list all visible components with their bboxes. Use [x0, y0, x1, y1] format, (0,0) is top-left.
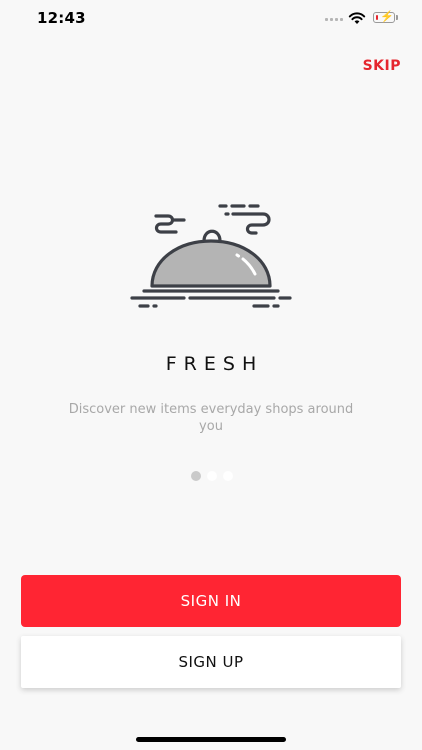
sign-in-button[interactable]: SIGN IN — [21, 575, 401, 627]
onboarding-subtitle: Discover new items everyday shops around… — [68, 402, 354, 434]
skip-button[interactable]: SKIP — [363, 58, 401, 74]
page-dot-1[interactable] — [191, 471, 201, 481]
battery-tip — [396, 15, 398, 20]
home-indicator[interactable] — [136, 737, 286, 742]
battery-icon: ⚡ — [373, 11, 395, 23]
status-bar: 12:43 ⚡ — [0, 0, 422, 40]
signal-icon — [325, 18, 343, 21]
sign-up-button[interactable]: SIGN UP — [21, 636, 401, 688]
page-indicator — [191, 471, 233, 481]
serving-cloche-icon — [130, 204, 292, 308]
charging-bolt-icon: ⚡ — [380, 11, 394, 23]
page-dot-2[interactable] — [207, 471, 217, 481]
page-dot-3[interactable] — [223, 471, 233, 481]
battery-level — [375, 14, 378, 20]
status-time: 12:43 — [37, 9, 86, 27]
wifi-icon — [348, 12, 366, 24]
onboarding-title: FRESH — [165, 353, 264, 375]
